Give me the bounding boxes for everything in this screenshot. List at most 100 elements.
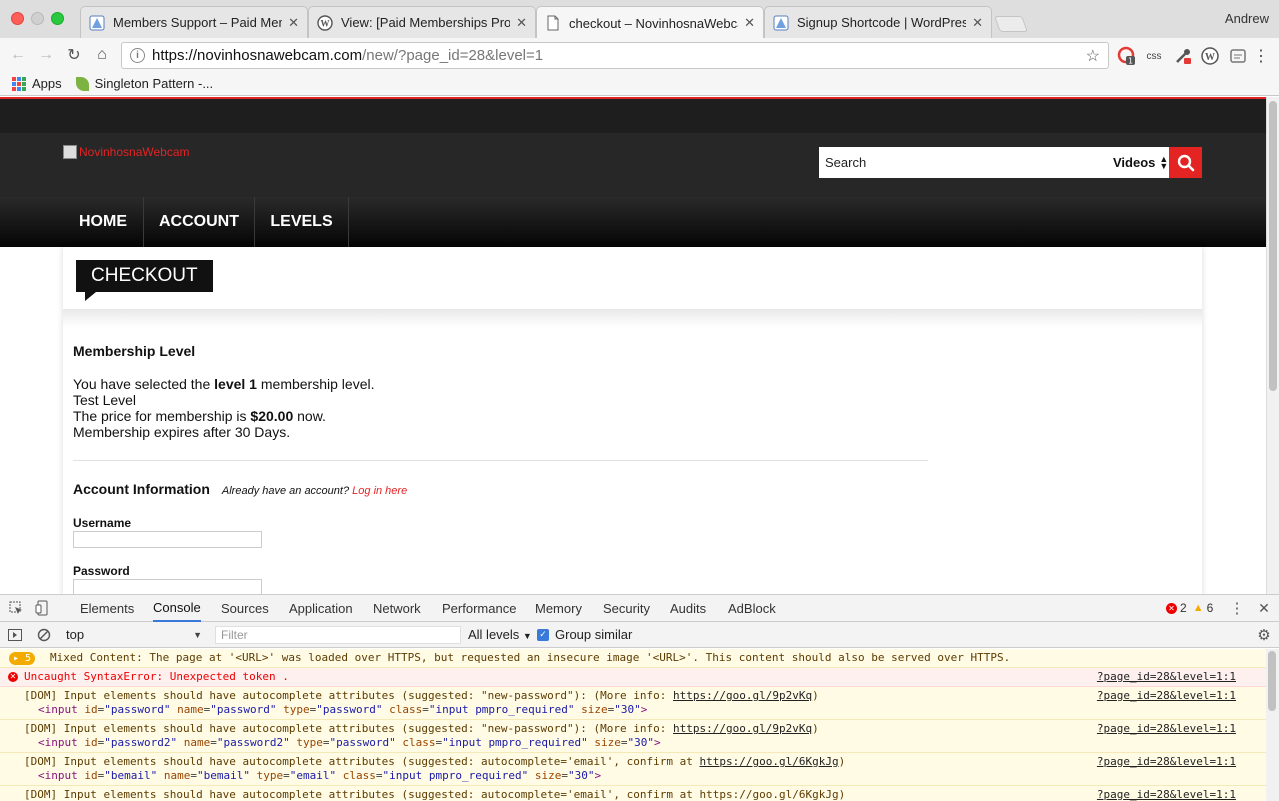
username-label: Username [73, 516, 132, 530]
log-levels-select[interactable]: All levels ▼ [468, 627, 532, 642]
reload-icon[interactable]: ↻ [62, 43, 86, 67]
site-nav: HOME ACCOUNT LEVELS [0, 197, 1266, 247]
address-bar[interactable]: i https://novinhosnawebcam.com/new/?page… [121, 42, 1109, 69]
console-message-warning[interactable]: [DOM] Input elements should have autocom… [0, 786, 1266, 801]
source-link[interactable]: ?page_id=28&level=1:1 [1097, 722, 1236, 736]
css-extension-icon[interactable]: css [1143, 46, 1165, 66]
search-input[interactable]: Search [819, 147, 1113, 178]
console-message-error[interactable]: ✕ Uncaught SyntaxError: Unexpected token… [0, 668, 1266, 687]
price-value: $20.00 [250, 408, 294, 424]
console-scrollbar[interactable] [1266, 649, 1279, 801]
devtools-tab-sources[interactable]: Sources [221, 595, 269, 622]
console-settings-gear-icon[interactable]: ⚙ [1256, 627, 1272, 644]
section-divider [73, 460, 928, 461]
source-link[interactable]: ?page_id=28&level=1:1 [1097, 788, 1236, 801]
nav-item-home[interactable]: HOME [63, 197, 144, 247]
element-snippet[interactable]: <input id="password" name="password" typ… [24, 703, 1266, 717]
devtools-tab-console[interactable]: Console [153, 595, 201, 622]
browser-menu-icon[interactable]: ⋮ [1253, 46, 1269, 66]
more-info-link[interactable]: https://goo.gl/9p2vKq [673, 689, 812, 702]
console-message-warning[interactable]: ▸ 5 Mixed Content: The page at '<URL>' w… [0, 649, 1266, 668]
password-input[interactable] [73, 579, 262, 594]
price-text-end: now. [293, 408, 326, 424]
scrollbar-thumb[interactable] [1269, 101, 1277, 391]
site-top-bar [0, 99, 1266, 133]
dropdown-arrow-icon: ▼ [193, 629, 202, 640]
devtools-tab-audits[interactable]: Audits [670, 595, 706, 622]
new-tab-button[interactable] [994, 16, 1028, 32]
browser-tab[interactable]: Members Support – Paid Memb ✕ [80, 6, 308, 38]
devtools-tab-adblock[interactable]: AdBlock [728, 595, 776, 622]
site-logo[interactable]: NovinhosnaWebcam [63, 145, 190, 159]
maximize-window-button[interactable] [51, 12, 64, 25]
tab-title: checkout – NovinhosnaWebcam [569, 15, 739, 31]
browser-tab-active[interactable]: checkout – NovinhosnaWebcam ✕ [536, 6, 764, 39]
context-select[interactable]: top ▼ [66, 625, 206, 644]
sidebar-toggle-icon[interactable] [7, 627, 23, 643]
tab-title: View: [Paid Memberships Pro] [341, 15, 511, 30]
source-link[interactable]: ?page_id=28&level=1:1 [1097, 755, 1236, 769]
home-icon[interactable]: ⌂ [90, 43, 114, 67]
devtools-tab-application[interactable]: Application [289, 595, 353, 622]
console-output: ▸ 5 Mixed Content: The page at '<URL>' w… [0, 649, 1266, 801]
console-message-warning[interactable]: [DOM] Input elements should have autocom… [0, 753, 1266, 786]
devtools-tab-network[interactable]: Network [373, 595, 421, 622]
close-tab-icon[interactable]: ✕ [288, 15, 299, 31]
device-toolbar-icon[interactable] [34, 600, 50, 616]
page-scrollbar[interactable] [1266, 97, 1279, 594]
group-similar-toggle[interactable]: ✓ Group similar [537, 627, 632, 642]
extension-generic-icon[interactable] [1227, 46, 1249, 66]
more-info-link[interactable]: https://goo.gl/9p2vKq [673, 722, 812, 735]
close-devtools-icon[interactable]: ✕ [1256, 600, 1272, 616]
forward-arrow-icon[interactable]: → [34, 43, 58, 67]
inspect-element-icon[interactable] [8, 600, 24, 616]
close-tab-icon[interactable]: ✕ [744, 15, 755, 31]
back-arrow-icon[interactable]: ← [6, 43, 30, 67]
svg-text:W: W [321, 18, 330, 28]
source-link[interactable]: ?page_id=28&level=1:1 [1097, 689, 1236, 703]
password-label: Password [73, 564, 130, 578]
more-info-link[interactable]: https://goo.gl/6KgkJg [700, 755, 839, 768]
profile-name[interactable]: Andrew [1225, 11, 1269, 26]
wordpress-extension-icon[interactable]: W [1200, 46, 1220, 66]
devtools-tab-memory[interactable]: Memory [535, 595, 582, 622]
bookmark-singleton[interactable]: Singleton Pattern -... [75, 76, 213, 91]
console-filter-input[interactable]: Filter [215, 626, 461, 644]
nav-item-account[interactable]: ACCOUNT [144, 197, 255, 247]
nav-item-levels[interactable]: LEVELS [255, 197, 349, 247]
message-tail: ) [812, 689, 819, 702]
login-link[interactable]: Log in here [352, 485, 407, 497]
element-snippet[interactable]: <input id="password2" name="password2" t… [24, 736, 1266, 750]
membership-level-heading: Membership Level [73, 343, 196, 359]
extension-badge-icon[interactable]: 1 [1117, 46, 1137, 66]
console-message-warning[interactable]: [DOM] Input elements should have autocom… [0, 687, 1266, 720]
minimize-window-button[interactable] [31, 12, 44, 25]
search-button[interactable] [1169, 147, 1202, 178]
info-icon[interactable]: i [130, 48, 145, 63]
close-tab-icon[interactable]: ✕ [516, 15, 527, 31]
console-message-text: Mixed Content: The page at '<URL>' was l… [50, 651, 1011, 664]
issue-counts[interactable]: ✕ 2 ▲ 6 [1166, 601, 1213, 615]
browser-tab[interactable]: Signup Shortcode | WordPress ✕ [764, 6, 992, 38]
browser-tab[interactable]: W View: [Paid Memberships Pro] ✕ [308, 6, 536, 38]
devtools-tab-performance[interactable]: Performance [442, 595, 516, 622]
search-category-select[interactable]: Videos ▲ ▼ [1113, 147, 1169, 178]
close-tab-icon[interactable]: ✕ [972, 15, 983, 31]
clear-console-icon[interactable] [36, 627, 52, 643]
scrollbar-thumb[interactable] [1268, 651, 1276, 711]
devtools-menu-icon[interactable]: ⋮ [1229, 600, 1245, 617]
devtools-tab-elements[interactable]: Elements [80, 595, 134, 622]
close-window-button[interactable] [11, 12, 24, 25]
element-snippet[interactable]: <input id="bemail" name="bemail" type="e… [24, 769, 1266, 783]
url-path: /new/?page_id=28&level=1 [362, 47, 544, 64]
dropper-extension-icon[interactable] [1173, 46, 1193, 66]
source-link[interactable]: ?page_id=28&level=1:1 [1097, 670, 1236, 684]
logo-alt-text: NovinhosnaWebcam [79, 145, 190, 159]
bookmark-star-icon[interactable]: ☆ [1086, 46, 1100, 66]
checkbox-checked-icon[interactable]: ✓ [537, 628, 549, 641]
bookmark-apps[interactable]: Apps [12, 76, 62, 91]
username-input[interactable] [73, 531, 262, 548]
membership-level-details: You have selected the level 1 membership… [73, 376, 928, 440]
devtools-tab-security[interactable]: Security [603, 595, 650, 622]
console-message-warning[interactable]: [DOM] Input elements should have autocom… [0, 720, 1266, 753]
